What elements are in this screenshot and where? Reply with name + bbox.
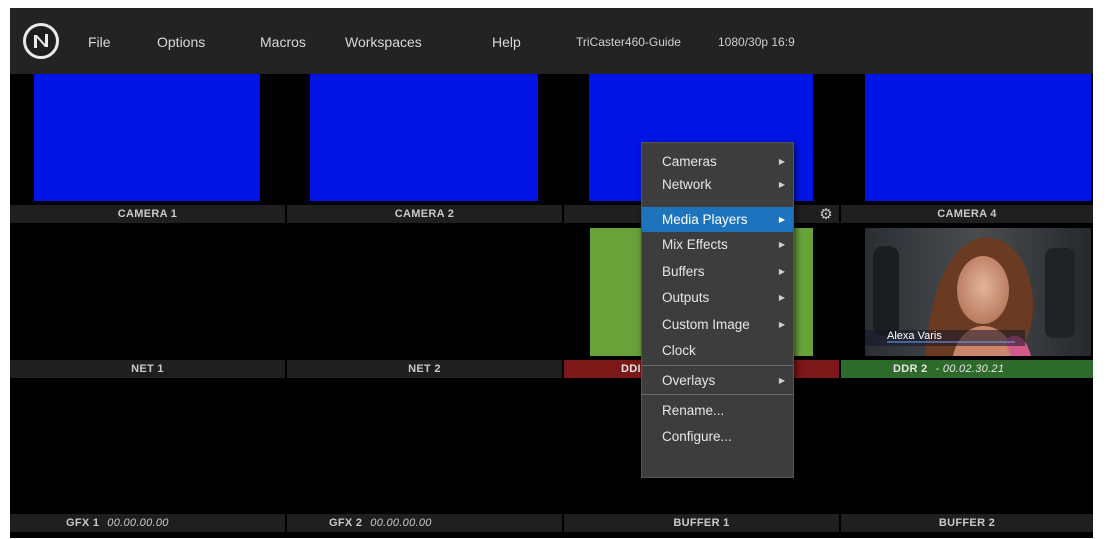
- monitor-label: DDR 2 - 00.02.30.21: [841, 360, 1093, 378]
- ddr-2-name: DDR 2: [893, 363, 928, 375]
- menu-item-buffers[interactable]: Buffers ▶: [642, 260, 793, 283]
- menu-bar: File Options Macros Workspaces Help TriC…: [10, 8, 1093, 74]
- submenu-arrow-icon: ▶: [778, 215, 785, 224]
- monitor-label: BUFFER 1: [564, 514, 839, 532]
- menu-item-label: Cameras: [662, 154, 717, 169]
- camera-2-screen[interactable]: [310, 74, 538, 201]
- monitor-label: CAMERA 1: [10, 205, 285, 223]
- menu-item-label: Overlays: [662, 373, 716, 388]
- menu-item-overlays[interactable]: Overlays ▶: [642, 369, 793, 392]
- menu-separator: [642, 394, 793, 395]
- menu-item-label: Outputs: [662, 290, 710, 305]
- submenu-arrow-icon: ▶: [778, 293, 785, 302]
- ddr-2-video-frame: Alexa Varis: [865, 228, 1091, 356]
- monitor-label: GFX 2 00.00.00.00: [287, 514, 562, 532]
- submenu-arrow-icon: ▶: [778, 157, 785, 166]
- submenu-arrow-icon: ▶: [778, 320, 785, 329]
- context-menu: Cameras ▶ Network ▶ Media Players ▶ Mix Eff…: [641, 142, 794, 478]
- menu-macros[interactable]: Macros: [260, 34, 306, 50]
- menu-workspaces[interactable]: Workspaces: [345, 34, 422, 50]
- menu-item-label: Media Players: [662, 212, 748, 227]
- submenu-arrow-icon: ▶: [778, 376, 785, 385]
- newtek-logo-icon[interactable]: [23, 23, 59, 59]
- menu-options[interactable]: Options: [157, 34, 205, 50]
- camera-1-screen[interactable]: [34, 74, 260, 201]
- multiview-app: File Options Macros Workspaces Help TriC…: [10, 8, 1093, 538]
- menu-item-label: Mix Effects: [662, 237, 728, 252]
- menu-item-custom-image[interactable]: Custom Image ▶: [642, 313, 793, 336]
- menu-item-network[interactable]: Network ▶: [642, 173, 793, 196]
- submenu-arrow-icon: ▶: [778, 180, 785, 189]
- camera-4-screen[interactable]: [865, 74, 1091, 201]
- monitor-label: CAMERA 4: [841, 205, 1093, 223]
- menu-item-label: Configure...: [662, 429, 732, 444]
- session-format: 1080/30p 16:9: [718, 35, 795, 49]
- monitor-label: NET 1: [10, 360, 285, 378]
- monitor-label: BUFFER 2: [841, 514, 1093, 532]
- menu-item-label: Custom Image: [662, 317, 750, 332]
- ddr-2-thumbnail[interactable]: Alexa Varis: [865, 228, 1091, 356]
- menu-help[interactable]: Help: [492, 34, 521, 50]
- menu-item-configure[interactable]: Configure...: [642, 425, 793, 448]
- ddr-2-timecode: - 00.02.30.21: [935, 363, 1005, 375]
- submenu-arrow-icon: ▶: [778, 267, 785, 276]
- menu-item-cameras[interactable]: Cameras ▶: [642, 150, 793, 173]
- gfx-1-name: GFX 1: [66, 517, 100, 529]
- gfx-2-timecode: 00.00.00.00: [370, 517, 432, 529]
- svg-text:Alexa Varis: Alexa Varis: [887, 330, 942, 342]
- menu-item-label: Buffers: [662, 264, 705, 279]
- menu-item-label: Rename...: [662, 403, 725, 418]
- monitor-label: NET 2: [287, 360, 562, 378]
- menu-item-outputs[interactable]: Outputs ▶: [642, 286, 793, 309]
- submenu-arrow-icon: ▶: [778, 240, 785, 249]
- session-name: TriCaster460-Guide: [576, 35, 681, 49]
- menu-item-media-players[interactable]: Media Players ▶: [642, 207, 793, 232]
- gear-icon[interactable]: ⚙: [818, 206, 834, 222]
- menu-item-label: Clock: [662, 343, 696, 358]
- menu-item-mix-effects[interactable]: Mix Effects ▶: [642, 233, 793, 256]
- monitor-label: CAMERA 2: [287, 205, 562, 223]
- monitor-label: GFX 1 00.00.00.00: [10, 514, 285, 532]
- menu-file[interactable]: File: [88, 34, 111, 50]
- menu-item-clock[interactable]: Clock: [642, 339, 793, 362]
- menu-item-rename[interactable]: Rename...: [642, 399, 793, 422]
- gfx-1-timecode: 00.00.00.00: [107, 517, 169, 529]
- menu-item-label: Network: [662, 177, 712, 192]
- gfx-2-name: GFX 2: [329, 517, 363, 529]
- menu-separator: [642, 365, 793, 366]
